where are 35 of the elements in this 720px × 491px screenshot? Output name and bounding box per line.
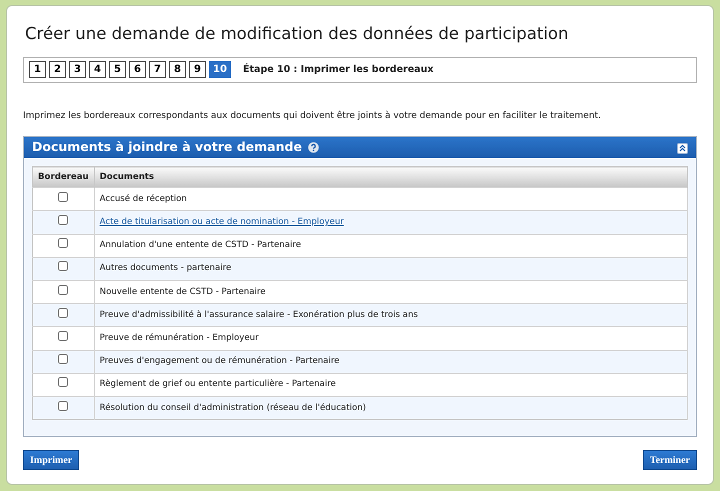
print-button[interactable]: Imprimer xyxy=(23,450,80,470)
document-checkbox[interactable] xyxy=(58,400,68,411)
document-checkbox[interactable] xyxy=(58,284,68,295)
document-checkbox[interactable] xyxy=(58,192,68,202)
step-button[interactable]: 10 xyxy=(209,61,231,78)
document-checkbox[interactable] xyxy=(58,354,68,364)
help-icon[interactable] xyxy=(308,142,319,154)
page-title: Créer une demande de modification des données de participation xyxy=(25,23,570,45)
document-checkbox[interactable] xyxy=(58,377,68,388)
step-button[interactable]: 8 xyxy=(169,61,186,78)
document-checkbox[interactable] xyxy=(58,308,68,318)
document-checkbox[interactable] xyxy=(58,238,68,248)
instructions-text: Imprimez les bordereaux correspondants aux documents qui doivent être joints à votre demande pour en faciliter le traitement. xyxy=(23,110,602,123)
column-header: Documents xyxy=(94,166,688,188)
column-header: Bordereau xyxy=(32,166,94,188)
step-title: Étape 10 : Imprimer les bordereaux xyxy=(243,62,434,77)
table-cell: Preuve d'admissibilité à l'assurance salaire - Exonération plus de trois ans xyxy=(94,304,688,327)
step-button[interactable]: 1 xyxy=(29,61,46,78)
step-button[interactable]: 2 xyxy=(49,61,66,78)
document-checkbox[interactable] xyxy=(58,215,68,226)
document-checkbox[interactable] xyxy=(58,331,68,342)
step-button[interactable]: 6 xyxy=(129,61,146,78)
table-cell: Preuves d'engagement ou de rémunération - Partenaire xyxy=(94,350,688,374)
document-checkbox[interactable] xyxy=(58,261,68,272)
step-button[interactable]: 3 xyxy=(69,61,86,78)
table-cell: Résolution du conseil d'administration (réseau de l'éducation) xyxy=(94,396,688,420)
panel-title: Documents à joindre à votre demande xyxy=(32,138,302,156)
step-button[interactable]: 9 xyxy=(189,61,206,78)
step-button[interactable]: 7 xyxy=(149,61,166,78)
step-button[interactable]: 4 xyxy=(89,61,106,78)
collapse-icon[interactable] xyxy=(677,142,688,154)
finish-button[interactable]: Terminer xyxy=(642,450,697,470)
table-cell: Autres documents - partenaire xyxy=(94,257,688,280)
step-button[interactable]: 5 xyxy=(109,61,126,78)
document-link[interactable]: Acte de titularisation ou acte de nomination - Employeur xyxy=(100,217,344,228)
